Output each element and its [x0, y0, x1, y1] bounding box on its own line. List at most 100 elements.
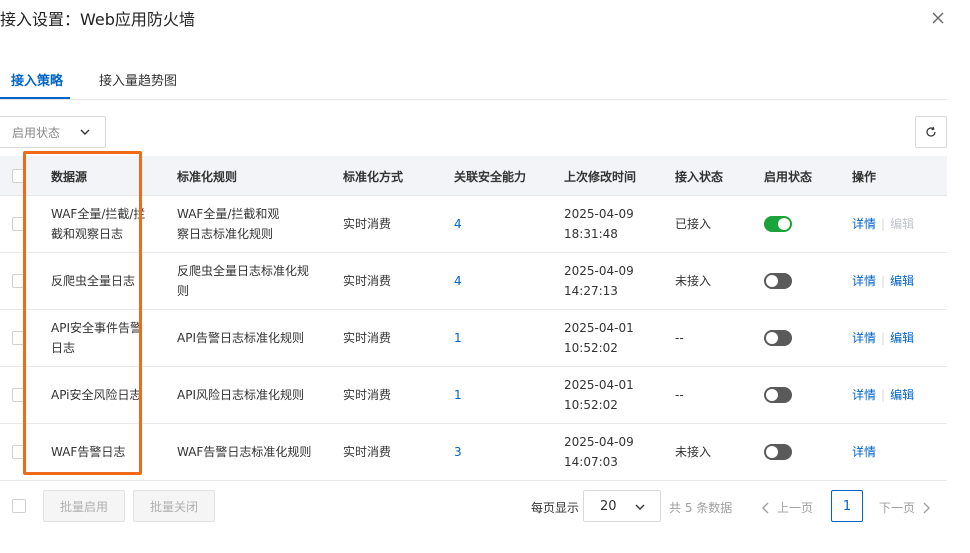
normalization-rule-line: 则 — [177, 284, 190, 298]
row-checkbox[interactable] — [12, 274, 26, 288]
normalization-method: 实时消费 — [343, 331, 392, 345]
data-table: 数据源 标准化规则 标准化方式 关联安全能力 上次修改时间 接入状态 启用状态 … — [0, 156, 947, 481]
row-checkbox[interactable] — [12, 388, 26, 402]
batch-close-button[interactable]: 批量关闭 — [133, 490, 215, 522]
row-actions: 详情 | 编辑 — [852, 328, 914, 348]
toggle-knob — [766, 389, 778, 401]
table-header: 数据源 标准化规则 标准化方式 关联安全能力 上次修改时间 接入状态 启用状态 … — [0, 156, 947, 196]
detail-link[interactable]: 详情 — [852, 331, 876, 345]
detail-link[interactable]: 详情 — [852, 274, 876, 288]
active-tab-underline — [0, 97, 70, 99]
enable-status-filter[interactable]: 启用状态 — [0, 116, 106, 148]
access-status: 未接入 — [675, 274, 712, 288]
normalization-method: 实时消费 — [343, 217, 392, 231]
modified-time-line: 2025-04-09 — [564, 264, 634, 278]
detail-link[interactable]: 详情 — [852, 445, 876, 459]
row-actions: 详情 — [852, 442, 876, 462]
table-row: WAF告警日志 WAF告警日志标准化规则 实时消费 3 2025-04-09 14:07:… — [0, 424, 947, 481]
table-row: APi安全风险日志 API风险日志标准化规则 实时消费 1 2025-04-01 10:5… — [0, 367, 947, 424]
header-enabled: 启用状态 — [764, 170, 813, 184]
per-page-label: 每页显示 — [531, 501, 580, 515]
tab-access-trend[interactable]: 接入量趋势图 — [99, 70, 177, 89]
modified-time-line: 14:07:03 — [564, 455, 618, 469]
normalization-rule: API告警日志标准化规则 — [177, 328, 304, 348]
detail-link[interactable]: 详情 — [852, 388, 876, 402]
enable-toggle[interactable] — [764, 273, 792, 289]
modified-time-line: 2025-04-01 — [564, 378, 634, 392]
modified-time-line: 2025-04-09 — [564, 435, 634, 449]
capability-count-link[interactable]: 1 — [454, 328, 462, 348]
action-separator: | — [881, 217, 886, 231]
normalization-rule: WAF全量/拦截和观 察日志标准化规则 — [177, 204, 279, 244]
prev-page-label: 上一页 — [777, 501, 814, 515]
modified-time: 2025-04-01 10:52:02 — [564, 375, 634, 415]
detail-link[interactable]: 详情 — [852, 217, 876, 231]
data-source-line: WAF全量/拦截/拦 — [51, 207, 146, 221]
toggle-knob — [766, 275, 778, 287]
action-separator: | — [881, 274, 886, 288]
header-rule: 标准化规则 — [177, 170, 238, 184]
refresh-button[interactable] — [915, 116, 947, 148]
action-separator: | — [881, 388, 886, 402]
tab-access-policy[interactable]: 接入策略 — [11, 70, 63, 89]
data-source: WAF全量/拦截/拦 截和观察日志 — [51, 204, 145, 244]
close-icon[interactable] — [930, 10, 946, 26]
table-row: API安全事件告警 日志 API告警日志标准化规则 实时消费 1 2025-04-01 10… — [0, 310, 947, 367]
total-count: 共 5 条数据 — [669, 501, 733, 515]
enable-toggle[interactable] — [764, 330, 792, 346]
footer-select-checkbox[interactable] — [12, 499, 26, 513]
data-source: APi安全风险日志 — [51, 385, 142, 405]
row-checkbox[interactable] — [12, 445, 26, 459]
modified-time: 2025-04-09 14:27:13 — [564, 261, 634, 301]
normalization-rule: 反爬虫全量日志标准化规则 — [177, 261, 309, 301]
data-source-line: 截和观察日志 — [51, 227, 124, 241]
capability-count-link[interactable]: 1 — [454, 385, 462, 405]
enable-toggle[interactable] — [764, 387, 792, 403]
edit-link[interactable]: 编辑 — [890, 274, 914, 288]
select-all-checkbox[interactable] — [12, 169, 26, 183]
header-access: 接入状态 — [675, 170, 724, 184]
row-actions: 详情 | 编辑 — [852, 385, 914, 405]
edit-link: 编辑 — [890, 217, 915, 231]
capability-count-link[interactable]: 4 — [454, 271, 462, 291]
normalization-method: 实时消费 — [343, 445, 392, 459]
capability-count-link[interactable]: 3 — [454, 442, 462, 462]
chevron-down-icon — [80, 129, 90, 135]
header-modified: 上次修改时间 — [564, 170, 637, 184]
header-source: 数据源 — [51, 170, 88, 184]
edit-link[interactable]: 编辑 — [890, 331, 914, 345]
current-page-button[interactable]: 1 — [831, 490, 863, 522]
batch-enable-button[interactable]: 批量启用 — [43, 490, 125, 522]
enable-toggle[interactable] — [764, 216, 792, 232]
modified-time-line: 10:52:02 — [564, 341, 618, 355]
data-source-line: APi安全风险日志 — [51, 388, 142, 402]
normalization-rule-line: 察日志标准化规则 — [177, 227, 274, 241]
modified-time: 2025-04-01 10:52:02 — [564, 318, 634, 358]
page-size-select[interactable]: 20 — [583, 490, 661, 522]
normalization-rule-line: API风险日志标准化规则 — [177, 388, 304, 402]
header-method: 标准化方式 — [343, 170, 404, 184]
data-source-line: 反爬虫全量日志 — [51, 274, 136, 288]
row-checkbox[interactable] — [12, 331, 26, 345]
capability-count-link[interactable]: 4 — [454, 214, 462, 234]
header-actions: 操作 — [852, 170, 877, 184]
data-source: 反爬虫全量日志 — [51, 271, 135, 291]
action-separator: | — [881, 331, 886, 345]
next-page-button[interactable]: 下一页 — [879, 499, 931, 516]
edit-link[interactable]: 编辑 — [890, 388, 914, 402]
data-source-line: WAF告警日志 — [51, 445, 126, 459]
normalization-method: 实时消费 — [343, 388, 392, 402]
normalization-rule-line: WAF全量/拦截和观 — [177, 207, 280, 221]
modified-time-line: 14:27:13 — [564, 284, 618, 298]
normalization-rule: WAF告警日志标准化规则 — [177, 442, 311, 462]
row-checkbox[interactable] — [12, 217, 26, 231]
normalization-rule-line: 反爬虫全量日志标准化规 — [177, 264, 310, 278]
next-page-label: 下一页 — [879, 501, 916, 515]
row-actions: 详情 | 编辑 — [852, 271, 914, 291]
enable-toggle[interactable] — [764, 444, 792, 460]
prev-page-button[interactable]: 上一页 — [761, 499, 813, 516]
chevron-down-icon — [635, 504, 645, 510]
page-size-value: 20 — [600, 498, 617, 514]
modified-time-line: 18:31:48 — [564, 227, 618, 241]
modified-time-line: 2025-04-09 — [564, 207, 634, 221]
